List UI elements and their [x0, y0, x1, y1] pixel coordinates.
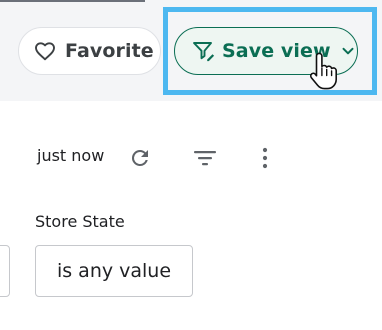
- heart-icon: [33, 39, 57, 63]
- filter-field-label: Store State: [35, 212, 125, 231]
- more-vert-icon[interactable]: [256, 145, 274, 171]
- refresh-icon[interactable]: [127, 145, 153, 171]
- previous-filter-value-box[interactable]: [0, 245, 10, 297]
- filter-icon[interactable]: [192, 146, 218, 170]
- filter-value-field[interactable]: is any value: [35, 245, 193, 297]
- header-divider: [0, 0, 145, 2]
- filter-value-text: is any value: [56, 260, 172, 282]
- hand-pointer-cursor-icon: [308, 52, 342, 92]
- favorite-label: Favorite: [65, 40, 154, 62]
- favorite-button[interactable]: Favorite: [18, 27, 161, 75]
- screen: Favorite Save view just now Store State …: [0, 0, 382, 330]
- last-updated-timestamp: just now: [37, 146, 105, 165]
- highlight-box: [163, 7, 377, 95]
